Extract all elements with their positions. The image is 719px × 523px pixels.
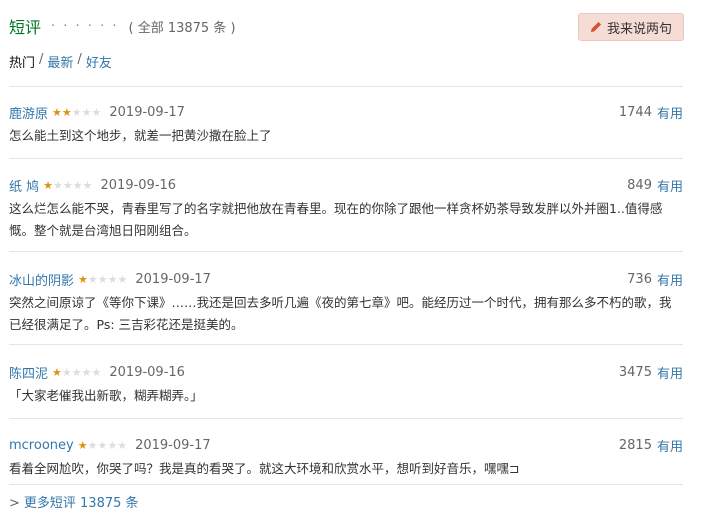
star-icon: ★ xyxy=(77,438,88,452)
star-icon: ★ xyxy=(61,365,72,379)
comment-item: mcrooney ★ ★ ★ ★ ★ 2019-09-17 2815 有用 看着全网尬吹，你哭了吗… xyxy=(9,435,683,480)
vote-count: 736 xyxy=(627,271,652,287)
comment-text: 看着全网尬吹，你哭了吗？我是真的看哭了。就这大环境和欣赏水平，想听到好音乐，嘿嘿… xyxy=(9,461,520,476)
divider xyxy=(9,484,683,485)
star-icon: ★ xyxy=(52,105,62,119)
star-icon: ★ xyxy=(52,365,62,379)
filter-hot[interactable]: 热门 xyxy=(9,52,35,71)
divider xyxy=(9,158,683,159)
star-icon: ★ xyxy=(43,178,54,192)
comment-item: 陈四泥 ★ ★ ★ ★ ★ 2019-09-16 3475 有用 「大家老催我出新歌，糊弄糊弄。」 xyxy=(9,362,683,407)
star-icon: ★ xyxy=(91,105,102,119)
sort-filters: 热门 / 最新 / 好友 xyxy=(9,52,112,71)
star-icon: ★ xyxy=(81,105,92,119)
divider xyxy=(9,251,683,252)
rating-stars: ★ ★ ★ ★ ★ xyxy=(52,107,101,118)
comment-text: 突然之间原谅了《等你下课》……我还是回去多听几遍《夜的第七章》吧。能经历过一个时… xyxy=(9,295,672,332)
star-icon: ★ xyxy=(107,272,118,286)
star-icon: ★ xyxy=(91,365,102,379)
star-icon: ★ xyxy=(62,178,73,192)
comment-meta: mcrooney ★ ★ ★ ★ ★ 2019-09-17 2815 有用 xyxy=(9,435,683,455)
more-comments-label: 更多短评 13875 条 xyxy=(23,496,139,511)
comment-item: 鹿游原 ★ ★ ★ ★ ★ 2019-09-17 1744 有用 怎么能土到这个地步，就差一把黄沙… xyxy=(9,102,683,147)
star-icon: ★ xyxy=(61,105,72,119)
star-icon: ★ xyxy=(87,272,98,286)
filter-separator: / xyxy=(39,52,44,67)
vote-count: 3475 xyxy=(618,364,652,380)
comment-date: 2019-09-16 xyxy=(109,364,185,380)
useful-button[interactable]: 有用 xyxy=(657,103,683,122)
comment-item: 纸 鸠 ★ ★ ★ ★ ★ 2019-09-16 849 有用 这么烂怎么能不哭，青春里写了的名字… xyxy=(9,175,683,242)
divider xyxy=(9,86,683,87)
filter-separator: / xyxy=(77,52,82,67)
comment-user[interactable]: 冰山的阴影 xyxy=(9,270,74,289)
filter-friends[interactable]: 好友 xyxy=(86,52,112,71)
comment-meta: 鹿游原 ★ ★ ★ ★ ★ 2019-09-17 1744 有用 xyxy=(9,102,683,122)
title-dots: · · · · · · xyxy=(51,18,119,34)
comment-user[interactable]: 鹿游原 xyxy=(9,103,48,122)
write-comment-label: 我来说两句 xyxy=(606,21,672,37)
comment-user[interactable]: mcrooney xyxy=(9,438,74,453)
star-icon: ★ xyxy=(53,178,63,192)
comments-header: 短评 · · · · · · ( 全部 13875 条 ) xyxy=(9,14,236,38)
vote-count: 2815 xyxy=(618,437,652,453)
comment-text: 「大家老催我出新歌，糊弄糊弄。」 xyxy=(9,388,203,403)
divider xyxy=(9,418,683,419)
star-icon: ★ xyxy=(72,178,83,192)
useful-button[interactable]: 有用 xyxy=(657,270,683,289)
star-icon: ★ xyxy=(107,438,118,452)
comment-meta: 陈四泥 ★ ★ ★ ★ ★ 2019-09-16 3475 有用 xyxy=(9,362,683,382)
star-icon: ★ xyxy=(82,178,93,192)
rating-stars: ★ ★ ★ ★ ★ xyxy=(43,180,92,191)
rating-stars: ★ ★ ★ ★ ★ xyxy=(78,440,127,451)
star-icon: ★ xyxy=(81,365,92,379)
useful-button[interactable]: 有用 xyxy=(657,176,683,195)
star-icon: ★ xyxy=(71,365,82,379)
rating-stars: ★ ★ ★ ★ ★ xyxy=(52,367,101,378)
total-count: ( 全部 13875 条 ) xyxy=(128,20,236,36)
star-icon: ★ xyxy=(117,272,128,286)
star-icon: ★ xyxy=(87,438,98,452)
comment-date: 2019-09-16 xyxy=(100,177,177,193)
more-comments-link[interactable]: > 更多短评 13875 条 xyxy=(9,492,139,511)
comment-meta: 纸 鸠 ★ ★ ★ ★ ★ 2019-09-16 849 有用 xyxy=(9,175,683,195)
pencil-icon xyxy=(590,22,601,32)
comment-date: 2019-09-17 xyxy=(135,437,211,453)
star-icon: ★ xyxy=(71,105,82,119)
comment-item: 冰山的阴影 ★ ★ ★ ★ ★ 2019-09-17 736 有用 突然之间原谅了《等你下课》……… xyxy=(9,269,683,336)
comment-user[interactable]: 陈四泥 xyxy=(9,363,48,382)
comment-meta: 冰山的阴影 ★ ★ ★ ★ ★ 2019-09-17 736 有用 xyxy=(9,269,683,289)
rating-stars: ★ ★ ★ ★ ★ xyxy=(78,274,127,285)
star-icon: ★ xyxy=(97,438,108,452)
filter-latest[interactable]: 最新 xyxy=(47,52,73,71)
useful-button[interactable]: 有用 xyxy=(657,436,683,455)
section-title: 短评 xyxy=(9,18,42,37)
star-icon: ★ xyxy=(78,272,88,286)
comment-user[interactable]: 纸 鸠 xyxy=(9,176,39,195)
comment-text: 这么烂怎么能不哭，青春里写了的名字就把他放在青春里。现在的你除了跟他一样贪杯奶茶… xyxy=(9,201,663,238)
vote-count: 849 xyxy=(627,177,652,193)
arrow-icon: > xyxy=(9,496,20,511)
divider xyxy=(9,344,683,345)
comment-text: 怎么能土到这个地步，就差一把黄沙撒在脸上了 xyxy=(9,128,272,143)
comment-date: 2019-09-17 xyxy=(109,104,185,120)
star-icon: ★ xyxy=(117,438,128,452)
star-icon: ★ xyxy=(97,272,108,286)
useful-button[interactable]: 有用 xyxy=(657,363,683,382)
vote-count: 1744 xyxy=(618,104,652,120)
comment-date: 2019-09-17 xyxy=(135,271,211,287)
write-comment-button[interactable]: 我来说两句 xyxy=(578,13,684,41)
